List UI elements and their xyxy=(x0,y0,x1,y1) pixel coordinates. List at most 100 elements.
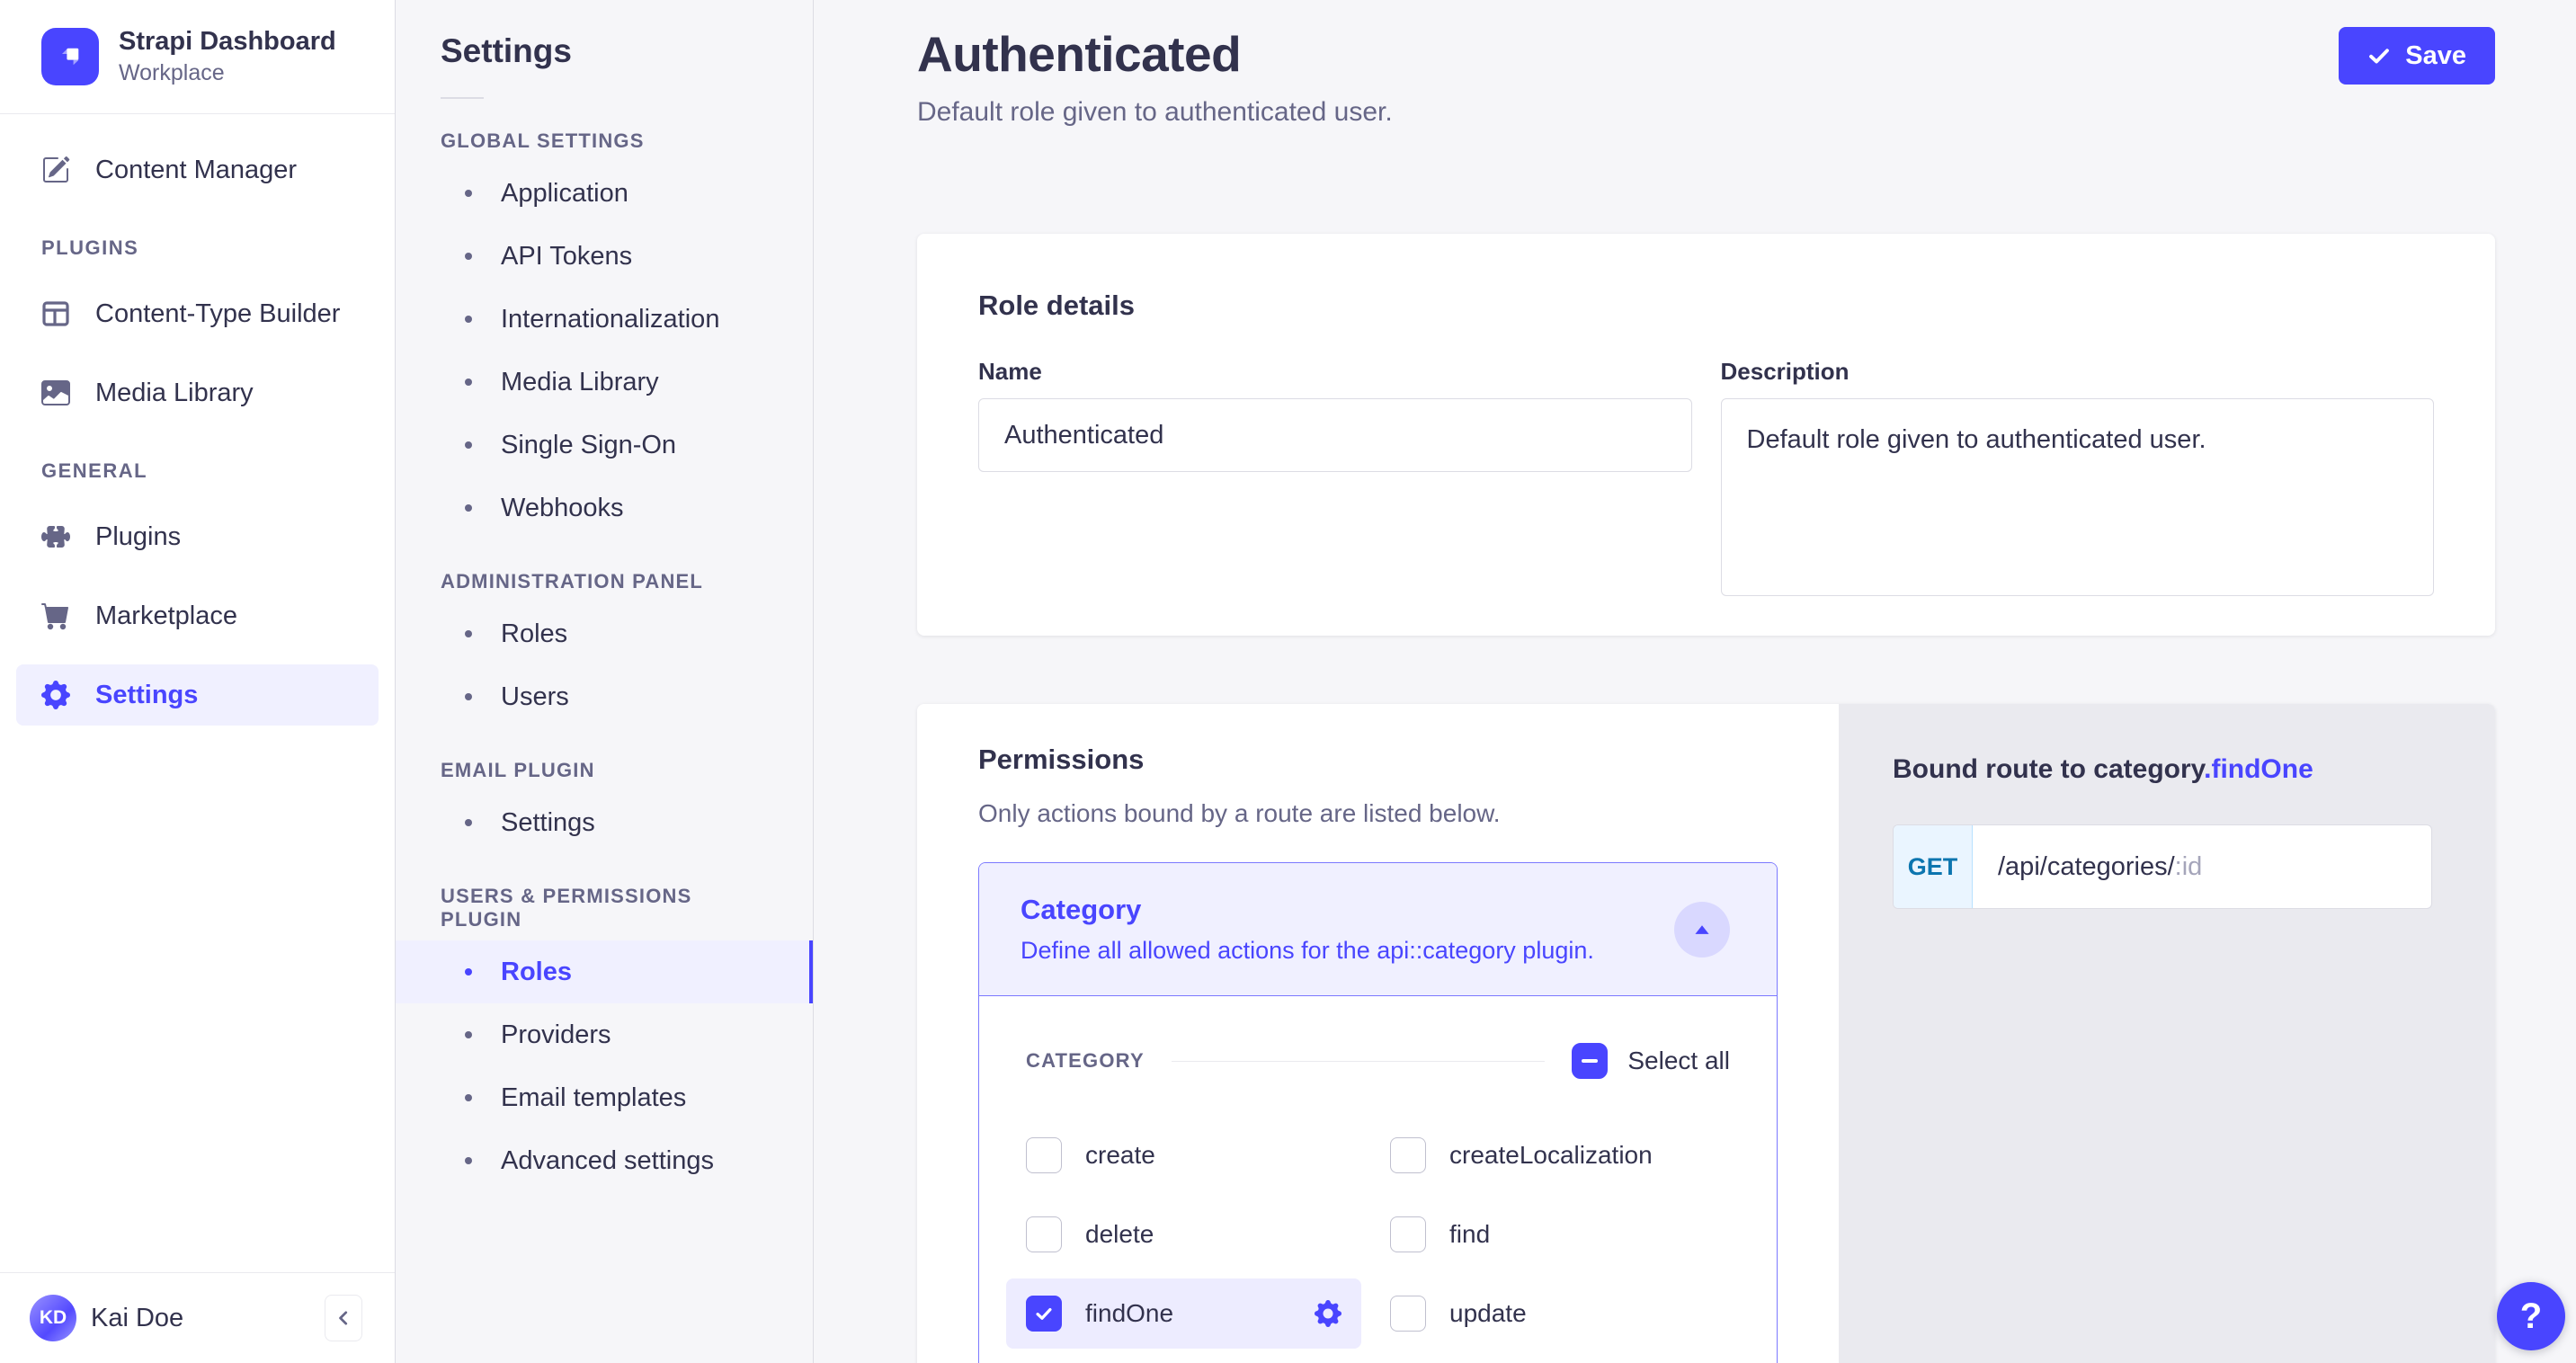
accordion-title: Category xyxy=(1021,894,1594,926)
help-button[interactable]: ? xyxy=(2497,1282,2565,1350)
permissions-subtitle: Only actions bound by a route are listed… xyxy=(978,799,1778,828)
layout-icon xyxy=(41,299,70,328)
nav-item-label: Settings xyxy=(95,681,198,710)
permission-findOne[interactable]: findOne xyxy=(1006,1278,1361,1349)
bullet-icon xyxy=(465,316,472,323)
subnav-section-users-permissions: USERS & PERMISSIONS PLUGIN xyxy=(396,885,813,931)
subnav-item-webhooks[interactable]: Webhooks xyxy=(396,477,813,539)
category-accordion-header[interactable]: Category Define all allowed actions for … xyxy=(979,863,1777,996)
bullet-icon xyxy=(465,190,472,197)
select-all-label: Select all xyxy=(1627,1047,1730,1075)
check-icon xyxy=(2367,44,2391,67)
route-field: GET /api/categories/:id xyxy=(1893,824,2432,909)
subnav-section-global: GLOBAL SETTINGS xyxy=(396,129,813,153)
image-icon xyxy=(41,379,70,407)
bullet-icon xyxy=(465,693,472,700)
subnav-item-up-providers[interactable]: Providers xyxy=(396,1003,813,1066)
findOne-checkbox[interactable] xyxy=(1026,1296,1062,1332)
puzzle-icon xyxy=(41,522,70,551)
bullet-icon xyxy=(465,504,472,512)
subnav-item-single-sign-on[interactable]: Single Sign-On xyxy=(396,414,813,477)
role-details-title: Role details xyxy=(978,290,2434,322)
workspace-switcher[interactable]: Strapi Dashboard Workplace xyxy=(0,0,395,113)
subnav-item-admin-users[interactable]: Users xyxy=(396,665,813,728)
save-button[interactable]: Save xyxy=(2339,27,2495,85)
bullet-icon xyxy=(465,253,472,260)
subnav-item-up-advanced-settings[interactable]: Advanced settings xyxy=(396,1129,813,1192)
permission-create[interactable]: create xyxy=(1026,1120,1390,1190)
subnav-item-internationalization[interactable]: Internationalization xyxy=(396,288,813,351)
permission-createLocalization[interactable]: createLocalization xyxy=(1390,1120,1730,1190)
select-all-control[interactable]: Select all xyxy=(1572,1043,1730,1079)
permissions-card: Permissions Only actions bound by a rout… xyxy=(917,704,2495,1363)
permissions-panel: Permissions Only actions bound by a rout… xyxy=(917,704,1839,1363)
nav-item-plugins[interactable]: Plugins xyxy=(16,506,379,567)
main-content: Authenticated Default role given to auth… xyxy=(814,0,2576,1363)
role-name-input[interactable] xyxy=(978,398,1692,472)
create-checkbox[interactable] xyxy=(1026,1137,1062,1173)
nav-section-plugins: PLUGINS xyxy=(0,236,395,260)
findOne-settings-button[interactable] xyxy=(1315,1300,1341,1327)
nav-item-content-type-builder[interactable]: Content-Type Builder xyxy=(16,283,379,344)
nav-item-label: Plugins xyxy=(95,522,181,552)
nav-item-media-library[interactable]: Media Library xyxy=(16,362,379,423)
permission-delete[interactable]: delete xyxy=(1026,1199,1390,1269)
subnav-item-media-library[interactable]: Media Library xyxy=(396,351,813,414)
subnav-item-application[interactable]: Application xyxy=(396,162,813,225)
sidebar-collapse-button[interactable] xyxy=(325,1295,362,1341)
permission-find[interactable]: find xyxy=(1390,1199,1730,1269)
description-label: Description xyxy=(1721,358,2435,386)
find-checkbox[interactable] xyxy=(1390,1216,1426,1252)
subnav-item-up-email-templates[interactable]: Email templates xyxy=(396,1066,813,1129)
gear-icon xyxy=(1315,1300,1341,1327)
avatar[interactable]: KD xyxy=(30,1295,76,1341)
nav-item-label: Media Library xyxy=(95,379,254,408)
bound-route-title: Bound route to category.findOne xyxy=(1893,754,2432,785)
permission-update[interactable]: update xyxy=(1390,1278,1730,1349)
nav-item-label: Content-Type Builder xyxy=(95,299,340,329)
update-checkbox[interactable] xyxy=(1390,1296,1426,1332)
subnav-item-admin-roles[interactable]: Roles xyxy=(396,602,813,665)
main-nav: Content Manager PLUGINS Content-Type Bui… xyxy=(0,114,395,1272)
subnav-item-email-settings[interactable]: Settings xyxy=(396,791,813,854)
nav-item-content-manager[interactable]: Content Manager xyxy=(16,139,379,200)
bullet-icon xyxy=(465,968,472,975)
gear-icon xyxy=(41,681,70,709)
route-path: /api/categories/:id xyxy=(1973,825,2202,908)
bullet-icon xyxy=(465,379,472,386)
http-method-badge: GET xyxy=(1894,825,1973,908)
role-description-textarea[interactable]: Default role given to authenticated user… xyxy=(1721,398,2435,596)
app-title: Strapi Dashboard xyxy=(119,27,336,57)
settings-subnav: Settings GLOBAL SETTINGS Application API… xyxy=(396,0,814,1363)
bullet-icon xyxy=(465,1094,472,1101)
subnav-section-email-plugin: EMAIL PLUGIN xyxy=(396,759,813,782)
accordion-subtitle: Define all allowed actions for the api::… xyxy=(1021,937,1594,965)
page-header: Authenticated Default role given to auth… xyxy=(917,25,2495,128)
cart-icon xyxy=(41,601,70,630)
bullet-icon xyxy=(465,819,472,826)
nav-section-general: GENERAL xyxy=(0,459,395,483)
category-accordion: Category Define all allowed actions for … xyxy=(978,862,1778,1363)
nav-item-marketplace[interactable]: Marketplace xyxy=(16,585,379,646)
bullet-icon xyxy=(465,441,472,449)
createLocalization-checkbox[interactable] xyxy=(1390,1137,1426,1173)
select-all-checkbox[interactable] xyxy=(1572,1043,1608,1079)
role-details-card: Role details Name Description Default ro… xyxy=(917,234,2495,636)
page-title: Authenticated xyxy=(917,25,1393,83)
divider xyxy=(1172,1061,1546,1062)
delete-checkbox[interactable] xyxy=(1026,1216,1062,1252)
group-label: CATEGORY xyxy=(1026,1049,1145,1073)
permissions-grid: create createLocalization delete fi xyxy=(1026,1120,1730,1349)
subnav-item-api-tokens[interactable]: API Tokens xyxy=(396,225,813,288)
nav-item-label: Content Manager xyxy=(95,156,297,185)
subnav-section-admin-panel: ADMINISTRATION PANEL xyxy=(396,570,813,593)
collapse-accordion-button[interactable] xyxy=(1674,902,1730,958)
page-subtitle: Default role given to authenticated user… xyxy=(917,97,1393,128)
minus-icon xyxy=(1582,1059,1598,1063)
subnav-item-up-roles[interactable]: Roles xyxy=(396,940,813,1003)
bullet-icon xyxy=(465,1031,472,1038)
chevron-left-icon xyxy=(334,1308,353,1328)
bound-route-panel: Bound route to category.findOne GET /api… xyxy=(1839,704,2495,1363)
accordion-body: CATEGORY Select all create xyxy=(979,996,1777,1349)
nav-item-settings[interactable]: Settings xyxy=(16,664,379,726)
